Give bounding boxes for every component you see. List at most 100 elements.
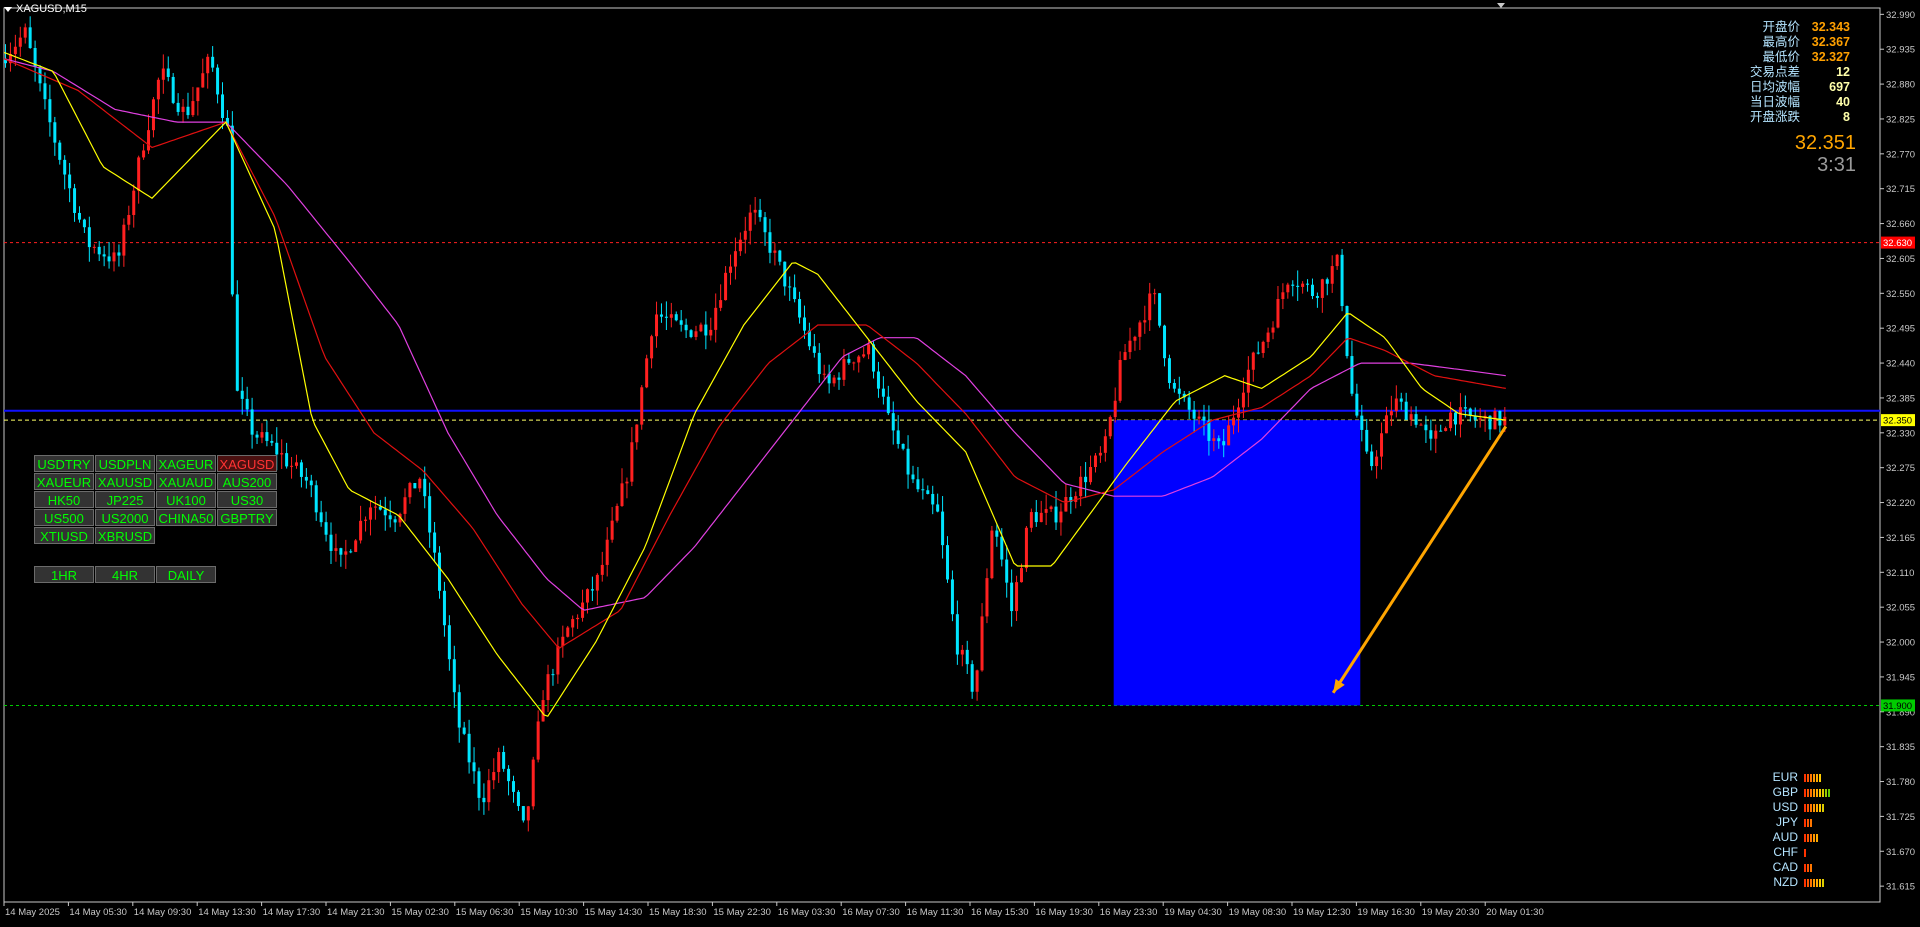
bear-candle xyxy=(516,791,520,807)
bull-candle xyxy=(709,329,713,336)
strength-bar xyxy=(1810,833,1812,842)
symbol-button-us30[interactable]: US30 xyxy=(217,491,277,508)
symbol-button-xagusd[interactable]: XAGUSD xyxy=(217,455,277,472)
bear-candle xyxy=(97,246,101,255)
strength-meter xyxy=(1804,848,1806,857)
currency-strength-row: NZD xyxy=(1766,875,1830,890)
timeframe-button-daily[interactable]: DAILY xyxy=(156,566,216,583)
bear-candle xyxy=(812,346,816,353)
bar-countdown-timer: 3:31 xyxy=(1817,154,1856,176)
price-tick-label: 32.605 xyxy=(1886,254,1915,265)
symbol-button-xbrusd[interactable]: XBRUSD xyxy=(95,527,155,544)
bull-candle xyxy=(122,224,126,256)
symbol-button-xauaud[interactable]: XAUAUD xyxy=(156,473,216,490)
bull-candle xyxy=(655,314,659,337)
strength-bar xyxy=(1819,788,1821,797)
timeframe-button-4hr[interactable]: 4HR xyxy=(95,566,155,583)
bear-candle xyxy=(911,474,915,480)
symbol-button-usdpln[interactable]: USDPLN xyxy=(95,455,155,472)
time-axis[interactable]: 14 May 2025 14 May 05:30 14 May 09:30 14 Ma… xyxy=(3,902,1544,918)
bull-candle xyxy=(773,250,777,253)
symbol-button-aus200[interactable]: AUS200 xyxy=(217,473,277,490)
strength-bar xyxy=(1813,788,1815,797)
currency-strength-row: GBP xyxy=(1766,785,1830,800)
price-tick-label: 32.000 xyxy=(1886,638,1915,649)
level-lines xyxy=(4,242,1880,706)
forecast-target-box xyxy=(1113,420,1361,706)
strength-bar xyxy=(1804,878,1806,887)
symbol-button-usdtry[interactable]: USDTRY xyxy=(34,455,94,472)
bear-candle xyxy=(245,398,249,410)
bear-candle xyxy=(788,286,792,288)
bear-candle xyxy=(275,442,279,455)
strength-bar xyxy=(1810,773,1812,782)
time-tick-label: 15 May 02:30 xyxy=(391,907,449,918)
symbol-button-gbptry[interactable]: GBPTRY xyxy=(217,509,277,526)
price-tick-label: 32.165 xyxy=(1886,533,1915,544)
symbol-button-china50[interactable]: CHINA50 xyxy=(156,509,216,526)
price-tick-label: 31.945 xyxy=(1886,672,1915,683)
price-tick-label: 32.660 xyxy=(1886,219,1915,230)
strength-meter xyxy=(1804,788,1830,797)
bear-candle xyxy=(763,217,767,233)
currency-strength-row: JPY xyxy=(1766,815,1830,830)
bear-candle xyxy=(891,413,895,431)
bull-candle xyxy=(1276,299,1280,328)
strength-bar xyxy=(1816,773,1818,782)
symbol-button-uk100[interactable]: UK100 xyxy=(156,491,216,508)
time-tick-label: 14 May 21:30 xyxy=(327,907,385,918)
bull-candle xyxy=(960,649,964,655)
bull-candle xyxy=(1138,322,1142,337)
symbol-button-jp225[interactable]: JP225 xyxy=(95,491,155,508)
symbol-button-xageur[interactable]: XAGEUR xyxy=(156,455,216,472)
bear-candle xyxy=(43,83,47,100)
info-row: 开盘涨跌 8 xyxy=(1750,110,1850,125)
bull-candle xyxy=(1330,266,1334,284)
bull-candle xyxy=(581,602,585,618)
symbol-button-xaueur[interactable]: XAUEUR xyxy=(34,473,94,490)
symbol-button-xtiusd[interactable]: XTIUSD xyxy=(34,527,94,544)
time-tick-label: 16 May 19:30 xyxy=(1035,907,1093,918)
timeframe-button-1hr[interactable]: 1HR xyxy=(34,566,94,583)
bull-candle xyxy=(492,772,496,781)
symbol-button-us500[interactable]: US500 xyxy=(34,509,94,526)
bull-candle xyxy=(733,251,737,267)
symbol-button-xauusd[interactable]: XAUUSD xyxy=(95,473,155,490)
bear-candle xyxy=(1360,415,1364,430)
bear-candle xyxy=(314,485,318,513)
info-row: 当日波幅 40 xyxy=(1750,95,1850,110)
info-value: 40 xyxy=(1836,95,1850,109)
info-value: 12 xyxy=(1836,65,1850,79)
bear-candle xyxy=(319,512,323,523)
bear-candle xyxy=(876,371,880,389)
strength-bar xyxy=(1810,788,1812,797)
bull-candle xyxy=(497,752,501,773)
symbol-title: XAGUSD,M15 xyxy=(16,3,87,15)
bull-candle xyxy=(729,266,733,273)
price-chart[interactable]: 32.990 32.935 32.880 32.825 32.770 32.715 32.6… xyxy=(0,0,1920,927)
bull-candle xyxy=(857,356,861,363)
bull-candle xyxy=(1419,424,1423,426)
bull-candle xyxy=(743,230,747,240)
bear-candle xyxy=(117,252,121,256)
bull-candle xyxy=(748,212,752,231)
chart-window[interactable]: 32.990 32.935 32.880 32.825 32.770 32.715 32.6… xyxy=(0,0,1920,927)
bull-candle xyxy=(1301,283,1305,287)
bear-candle xyxy=(768,232,772,253)
price-axis[interactable]: 32.990 32.935 32.880 32.825 32.770 32.715 32.6… xyxy=(1880,10,1915,893)
strength-bar xyxy=(1810,863,1812,872)
bear-candle xyxy=(926,490,930,494)
bull-candle xyxy=(1503,416,1507,426)
dropdown-triangle-icon[interactable] xyxy=(4,6,12,12)
bull-candle xyxy=(585,589,589,603)
chart-shift-marker-icon xyxy=(1497,3,1505,8)
symbol-button-us2000[interactable]: US2000 xyxy=(95,509,155,526)
bear-candle xyxy=(339,548,343,555)
bull-candle xyxy=(1089,467,1093,483)
strength-bar xyxy=(1822,878,1824,887)
bear-candle xyxy=(393,519,397,523)
symbol-button-hk50[interactable]: HK50 xyxy=(34,491,94,508)
bear-candle xyxy=(1439,430,1443,432)
bull-candle xyxy=(487,780,491,803)
chart-title[interactable]: XAGUSD,M15 xyxy=(4,3,87,15)
